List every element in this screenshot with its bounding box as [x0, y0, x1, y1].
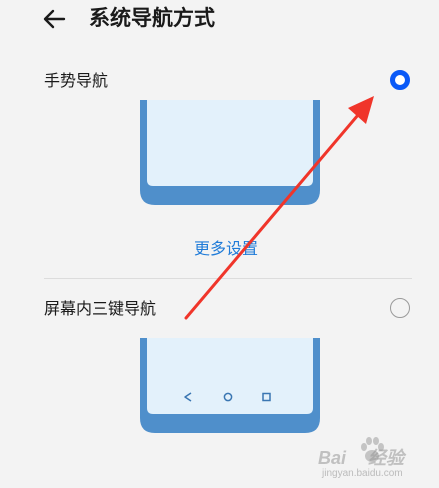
page-title: 系统导航方式 — [89, 6, 215, 30]
more-settings-link[interactable]: 更多设置 — [194, 238, 258, 260]
baidu-watermark-logo: Baidu经验 jingyan.baidu.com — [318, 436, 422, 482]
arrow-left-icon[interactable] — [40, 4, 70, 34]
three-key-navigation-radio[interactable] — [390, 298, 410, 318]
option-three-key-navigation-label[interactable]: 屏幕内三键导航 — [44, 298, 156, 320]
divider — [44, 278, 412, 279]
gesture-navigation-preview[interactable] — [130, 100, 330, 210]
three-key-navigation-preview[interactable] — [130, 338, 330, 438]
paw-icon — [361, 437, 384, 462]
option-gesture-navigation-label[interactable]: 手势导航 — [44, 70, 108, 92]
header: 系统导航方式 — [0, 0, 439, 40]
gesture-navigation-radio[interactable] — [390, 70, 410, 90]
navigation-settings-screen: 系统导航方式 手势导航 更多设置 屏幕内三键导航 Baidu经验 jingyan… — [0, 0, 439, 488]
